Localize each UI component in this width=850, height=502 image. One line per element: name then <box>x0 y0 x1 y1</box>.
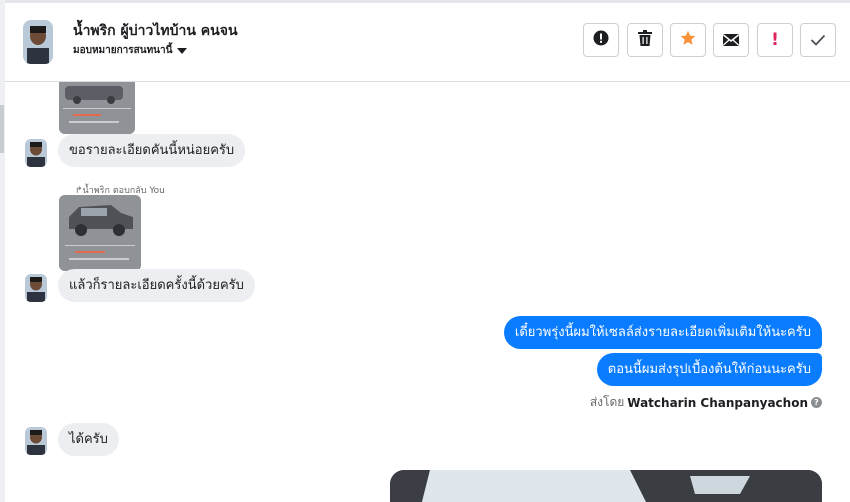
sent-by-line: ส่งโดย Watcharin Chanpanyachon ? <box>590 393 822 412</box>
incoming-message: แล้วก็รายละเอียดครั้งนี้ด้วยครับ <box>58 269 255 302</box>
shared-car-image[interactable] <box>59 82 135 134</box>
important-button[interactable]: ! <box>757 23 793 57</box>
sent-by-prefix: ส่งโดย <box>589 395 625 409</box>
important-icon: ! <box>771 30 779 50</box>
outgoing-photo[interactable] <box>390 470 822 502</box>
star-button[interactable] <box>670 23 706 57</box>
left-scrollbar-thumb[interactable] <box>0 105 4 153</box>
check-icon <box>810 31 826 50</box>
star-icon <box>680 30 696 50</box>
help-icon[interactable]: ? <box>811 397 822 408</box>
caret-down-icon <box>177 47 188 54</box>
trash-icon <box>638 30 652 50</box>
incoming-message: ขอรายละเอียดคันนี้หน่อยครับ <box>58 134 246 167</box>
contact-name[interactable]: น้ำพริก ผู้บ่าวไทบ้าน คนจน <box>73 20 238 42</box>
contact-avatar-small[interactable] <box>25 274 47 302</box>
outgoing-message: เดี๋ยวพรุ่งนี้ผมให้เซลล์ส่งรายละเอียดเพิ… <box>503 316 822 349</box>
contact-avatar-small[interactable] <box>25 427 47 455</box>
message-thread[interactable]: ขอรายละเอียดคันนี้หน่อยครับ ↱น้ำพริก ตอบ… <box>5 82 850 502</box>
contact-avatar[interactable] <box>23 20 53 64</box>
incoming-message: ได้ครับ <box>58 423 119 456</box>
mark-done-button[interactable] <box>800 23 836 57</box>
spam-button[interactable] <box>583 23 619 57</box>
outgoing-message: ตอนนี้ผมส่งรุปเบื้องต้นให้ก่อนนะครับ <box>596 353 822 386</box>
assign-label: มอบหมายการสนทนานี้ <box>73 45 173 56</box>
delete-button[interactable] <box>627 23 663 57</box>
exclamation-circle-icon <box>593 30 609 50</box>
conversation-header: น้ำพริก ผู้บ่าวไทบ้าน คนจน มอบหมายการสนท… <box>5 3 850 82</box>
sender-name[interactable]: Watcharin Chanpanyachon <box>627 396 808 410</box>
assign-conversation-dropdown[interactable]: มอบหมายการสนทนานี้ <box>73 43 188 58</box>
mark-unread-button[interactable] <box>713 23 749 57</box>
contact-avatar-small[interactable] <box>25 139 47 167</box>
replied-car-image[interactable] <box>59 195 141 271</box>
mail-icon <box>723 31 739 50</box>
